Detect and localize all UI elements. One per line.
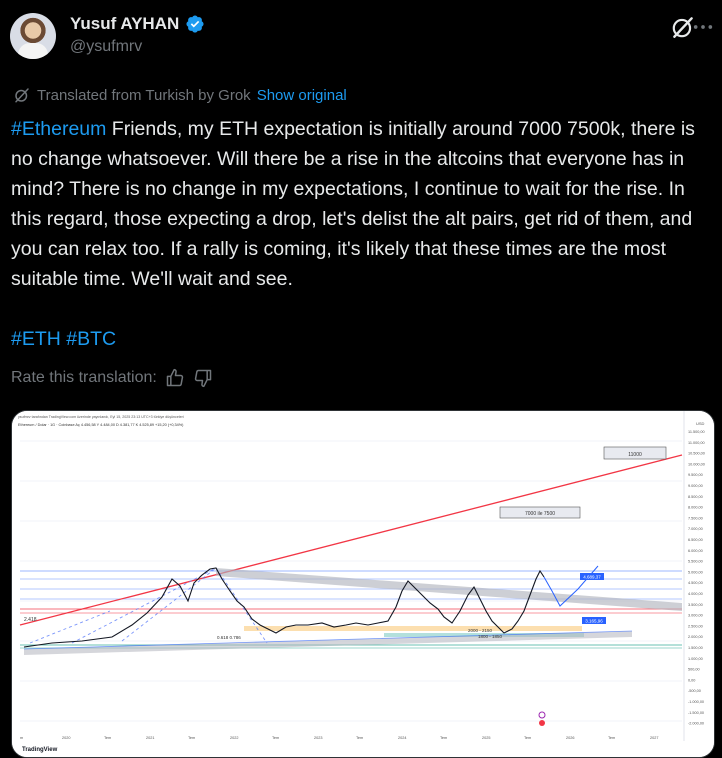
chart-symbol-line: Ethereum / Dolar · 1G · Coinbase Aç 4.45… bbox=[18, 423, 184, 427]
target-box-top-label: 11000 bbox=[628, 452, 642, 458]
x-tick-label: Tem bbox=[272, 736, 279, 740]
y-tick-label: 4.000,00 bbox=[688, 592, 703, 596]
y-tick-label: 10.500,00 bbox=[688, 452, 705, 456]
y-tick-label: 2.000,00 bbox=[688, 635, 703, 639]
translation-notice: Translated from Turkish by Grok Show ori… bbox=[13, 86, 347, 104]
author-display-name[interactable]: Yusuf AYHAN bbox=[70, 14, 179, 34]
tweet-media-chart[interactable]: 11000 7000 ile 7500 2.418 0.618 0.786 20… bbox=[11, 410, 715, 758]
y-tick-label: 5.500,00 bbox=[688, 560, 703, 564]
y-tick-label: 1.000,00 bbox=[688, 657, 703, 661]
x-tick-label: 2024 bbox=[398, 736, 406, 740]
x-tick-label: 2020 bbox=[62, 736, 70, 740]
tweet-header: Yusuf AYHAN @ysufmrv bbox=[10, 10, 713, 66]
show-original-link[interactable]: Show original bbox=[257, 87, 347, 104]
event-marker-red bbox=[539, 720, 545, 726]
x-tick-label: m bbox=[20, 736, 23, 740]
verified-badge-icon bbox=[186, 15, 204, 33]
y-tick-label: -1.500,00 bbox=[688, 711, 704, 715]
y-tick-label: 5.000,00 bbox=[688, 570, 703, 574]
y-tick-label: 500,00 bbox=[688, 668, 700, 672]
hashtag-ethereum[interactable]: #Ethereum bbox=[11, 118, 106, 140]
y-tick-label: 1.500,00 bbox=[688, 646, 703, 650]
y-tick-label: 9.500,00 bbox=[688, 473, 703, 477]
y-tick-label: 3.000,00 bbox=[688, 614, 703, 618]
avatar[interactable] bbox=[10, 13, 56, 59]
label-fib: 0.618 0.786 bbox=[217, 635, 241, 640]
x-tick-label: 2023 bbox=[314, 736, 322, 740]
y-tick-label: 10.000,00 bbox=[688, 462, 705, 466]
y-tick-label: 2.500,00 bbox=[688, 624, 703, 628]
x-tick-label: Tem bbox=[440, 736, 447, 740]
hashtag-btc[interactable]: #BTC bbox=[66, 328, 116, 350]
y-tick-label: 7.000,00 bbox=[688, 527, 703, 531]
y-tick-label: 7.500,00 bbox=[688, 516, 703, 520]
x-tick-label: 2021 bbox=[146, 736, 154, 740]
label-left: 2.418 bbox=[24, 617, 37, 623]
axis-currency: USD bbox=[696, 421, 705, 426]
zone-orange bbox=[244, 626, 582, 631]
rate-translation-label: Rate this translation: bbox=[11, 369, 157, 386]
y-tick-label: 9.000,00 bbox=[688, 484, 703, 488]
thumbs-down-icon[interactable] bbox=[193, 368, 213, 388]
x-tick-label: 2022 bbox=[230, 736, 238, 740]
x-tick-label: Tem bbox=[104, 736, 111, 740]
tweet-text: #Ethereum Friends, my ETH expectation is… bbox=[11, 114, 711, 354]
y-tick-label: 3.500,00 bbox=[688, 603, 703, 607]
x-tick-label: 2027 bbox=[650, 736, 658, 740]
chart-top-note: ysufmrv tarafından TradingView.com üzeri… bbox=[18, 415, 184, 419]
y-tick-label: 8.500,00 bbox=[688, 495, 703, 499]
tradingview-brand: TradingView bbox=[22, 747, 58, 753]
price-tag-2-text: 3.165,96 bbox=[585, 619, 603, 624]
translation-notice-text: Translated from Turkish by Grok bbox=[37, 86, 251, 104]
y-tick-label: 11.000,00 bbox=[688, 441, 705, 445]
y-tick-label: -500,00 bbox=[688, 689, 701, 693]
x-tick-label: 2025 bbox=[482, 736, 490, 740]
y-tick-label: 6.000,00 bbox=[688, 549, 703, 553]
target-box-mid-label: 7000 ile 7500 bbox=[525, 511, 555, 517]
rate-translation: Rate this translation: bbox=[11, 368, 213, 388]
hashtag-eth[interactable]: #ETH bbox=[11, 328, 61, 350]
label-zone: 2000 - 2150 bbox=[468, 628, 493, 633]
y-tick-label: -2.000,00 bbox=[688, 722, 704, 726]
x-tick-label: Tem bbox=[188, 736, 195, 740]
translate-icon bbox=[15, 88, 29, 103]
label-zone2: 1800 - 1850 bbox=[478, 634, 503, 639]
y-tick-label: 11.500,00 bbox=[688, 430, 705, 434]
author-name-row: Yusuf AYHAN bbox=[70, 14, 205, 34]
thumbs-up-icon[interactable] bbox=[165, 368, 185, 388]
x-tick-label: Tem bbox=[524, 736, 531, 740]
y-tick-label: -1.000,00 bbox=[688, 700, 704, 704]
chart-image: 11000 7000 ile 7500 2.418 0.618 0.786 20… bbox=[12, 411, 714, 757]
y-tick-label: 6.500,00 bbox=[688, 538, 703, 542]
more-icon[interactable] bbox=[692, 18, 714, 36]
author-handle[interactable]: @ysufmrv bbox=[70, 38, 142, 56]
y-tick-label: 8.000,00 bbox=[688, 506, 703, 510]
x-tick-label: Tem bbox=[608, 736, 615, 740]
y-tick-label: 4.500,00 bbox=[688, 581, 703, 585]
y-tick-label: 0,00 bbox=[688, 678, 695, 682]
price-tag-1-text: 4.689,37 bbox=[583, 575, 601, 580]
x-tick-label: Tem bbox=[356, 736, 363, 740]
tweet-body: Friends, my ETH expectation is initially… bbox=[11, 118, 695, 290]
x-tick-label: 2026 bbox=[566, 736, 574, 740]
